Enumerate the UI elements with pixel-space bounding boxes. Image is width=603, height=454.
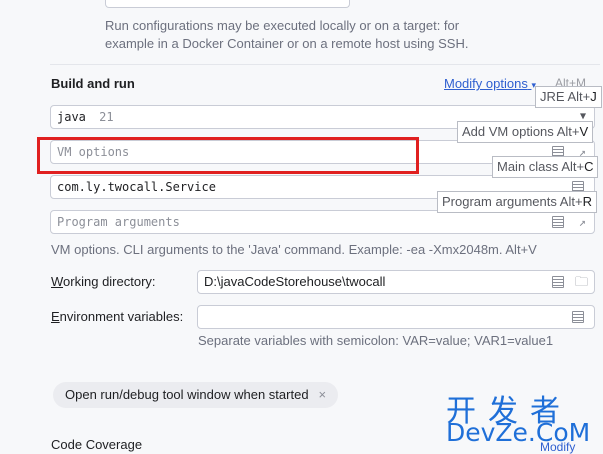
- popup-shortcut: Alt+: [559, 194, 583, 209]
- vm-options-hint: VM options. CLI arguments to the 'Java' …: [51, 242, 537, 257]
- edit-text-icon[interactable]: [552, 216, 564, 228]
- program-arguments-placeholder: Program arguments: [57, 215, 180, 229]
- popup-key: C: [584, 159, 594, 174]
- label-mnemonic: W: [51, 274, 64, 289]
- jre-version: 21: [99, 110, 114, 124]
- popup-key: J: [590, 89, 597, 104]
- popup-shortcut: Alt+: [567, 89, 591, 104]
- main-class-shortcut-hint: Main class Alt+C: [492, 156, 599, 178]
- program-arguments-input[interactable]: Program arguments ↗: [50, 210, 595, 234]
- vm-options-shortcut-hint: Add VM options Alt+V: [457, 121, 594, 143]
- open-tool-window-chip[interactable]: Open run/debug tool window when started ×: [53, 382, 339, 408]
- code-coverage-title: Code Coverage: [51, 437, 143, 452]
- label-text: orking directory:: [63, 274, 156, 289]
- popup-label: Main class: [497, 159, 559, 174]
- popup-label: Program arguments: [442, 194, 557, 209]
- popup-key: R: [582, 194, 592, 209]
- main-class-value: com.ly.twocall.Service: [57, 180, 216, 194]
- description-line-1: Run configurations may be executed local…: [105, 18, 460, 33]
- popup-shortcut: Alt+: [556, 124, 580, 139]
- run-config-description: Run configurations may be executed local…: [105, 17, 525, 53]
- chip-label: Open run/debug tool window when started: [65, 387, 309, 402]
- previous-field[interactable]: [105, 0, 350, 8]
- edit-text-icon[interactable]: [572, 311, 584, 323]
- popup-key: V: [579, 124, 589, 139]
- environment-variables-label: Environment variables:: [51, 309, 183, 324]
- environment-variables-hint: Separate variables with semicolon: VAR=v…: [198, 333, 554, 348]
- description-line-2: example in a Docker Container or on a re…: [105, 36, 469, 51]
- watermark-english: DevZe.CoM: [446, 418, 591, 447]
- popup-shortcut: Alt+: [561, 159, 585, 174]
- label-text: nvironment variables:: [59, 309, 184, 324]
- modify-options-label: Modify options: [444, 76, 528, 91]
- program-arguments-shortcut-hint: Program arguments Alt+R: [437, 191, 597, 213]
- label-mnemonic: E: [51, 309, 60, 324]
- environment-variables-input[interactable]: [197, 305, 595, 329]
- jre-value: java: [57, 110, 86, 124]
- expand-icon[interactable]: ↗: [579, 211, 586, 233]
- working-directory-value: D:\javaCodeStorehouse\twocall: [204, 274, 386, 289]
- highlight-box: [37, 137, 419, 174]
- close-icon[interactable]: ×: [319, 387, 327, 402]
- popup-label: JRE: [540, 89, 565, 104]
- popup-label: Add VM options: [462, 124, 554, 139]
- edit-text-icon[interactable]: [552, 276, 564, 288]
- working-directory-label: Working directory:: [51, 274, 156, 289]
- working-directory-input[interactable]: D:\javaCodeStorehouse\twocall 🗀: [197, 270, 595, 294]
- jre-shortcut-hint: JRE Alt+J: [535, 86, 602, 108]
- folder-icon[interactable]: 🗀: [575, 271, 588, 293]
- modify-options-link[interactable]: Modify options ▾: [444, 76, 536, 91]
- section-divider: [50, 64, 600, 65]
- build-and-run-title: Build and run: [51, 76, 135, 91]
